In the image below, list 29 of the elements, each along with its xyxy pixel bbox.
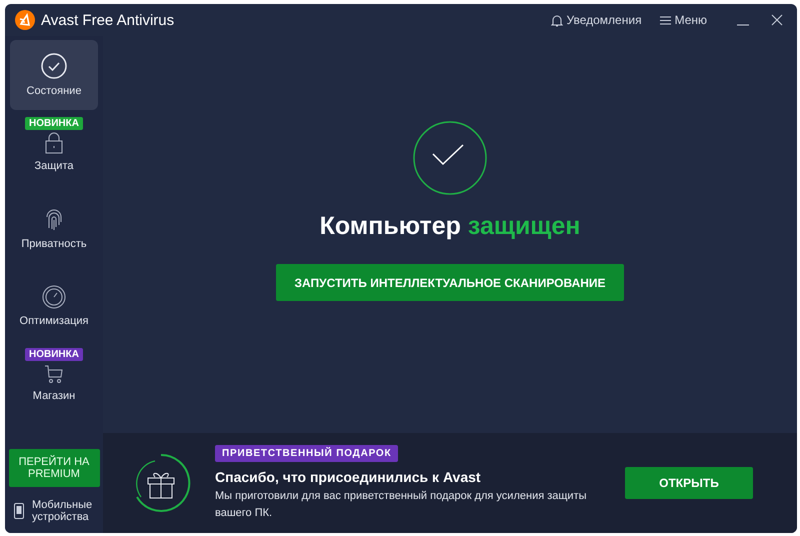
logo-icon [15,10,35,30]
header-action-button[interactable]: Меню [660,13,707,27]
sidebar-item[interactable]: НОВИНКА Защита [10,117,98,187]
fingerprint-icon [44,208,64,232]
sidebar-item[interactable]: Состояние [10,40,98,110]
smart-scan-button[interactable]: ЗАПУСТИТЬ ИНТЕЛЛЕКТУАЛЬНОЕ СКАНИРОВАНИЕ [276,264,624,301]
check-circle-icon [41,53,67,79]
menu-icon [660,16,671,24]
open-button[interactable]: ОТКРЫТЬ [625,467,753,499]
new-badge: НОВИНКА [25,348,83,361]
close-icon[interactable] [771,14,783,26]
banner-title: Спасибо, что присоединились к Avast [215,469,481,485]
phone-icon [14,502,24,519]
sidebar-item[interactable]: Приватность [10,194,98,264]
banner-text: Мы приготовили для вас приветственный подарок для усиления защиты вашего ПК. [215,489,588,520]
mobile-devices-link[interactable]: Мобильные устройства [32,498,94,523]
sidebar-item[interactable]: НОВИНКА Магазин [10,348,98,418]
lock-icon [45,132,63,154]
bell-icon [550,14,563,26]
gauge-icon [42,285,66,309]
gift-tag: ПРИВЕТСТВЕННЫЙ ПОДАРОК [215,445,398,462]
check-circle-icon [413,121,487,195]
header-action-button[interactable]: Уведомления [550,13,642,27]
new-badge: НОВИНКА [25,117,83,130]
status-headline: Компьютер защищен [320,212,580,241]
window-title: Avast Free Antivirus [41,12,174,28]
premium-button[interactable]: ПЕРЕЙТИ НА PREMIUM [8,448,100,487]
sidebar-item[interactable]: Оптимизация [10,271,98,341]
cart-icon [44,364,64,384]
